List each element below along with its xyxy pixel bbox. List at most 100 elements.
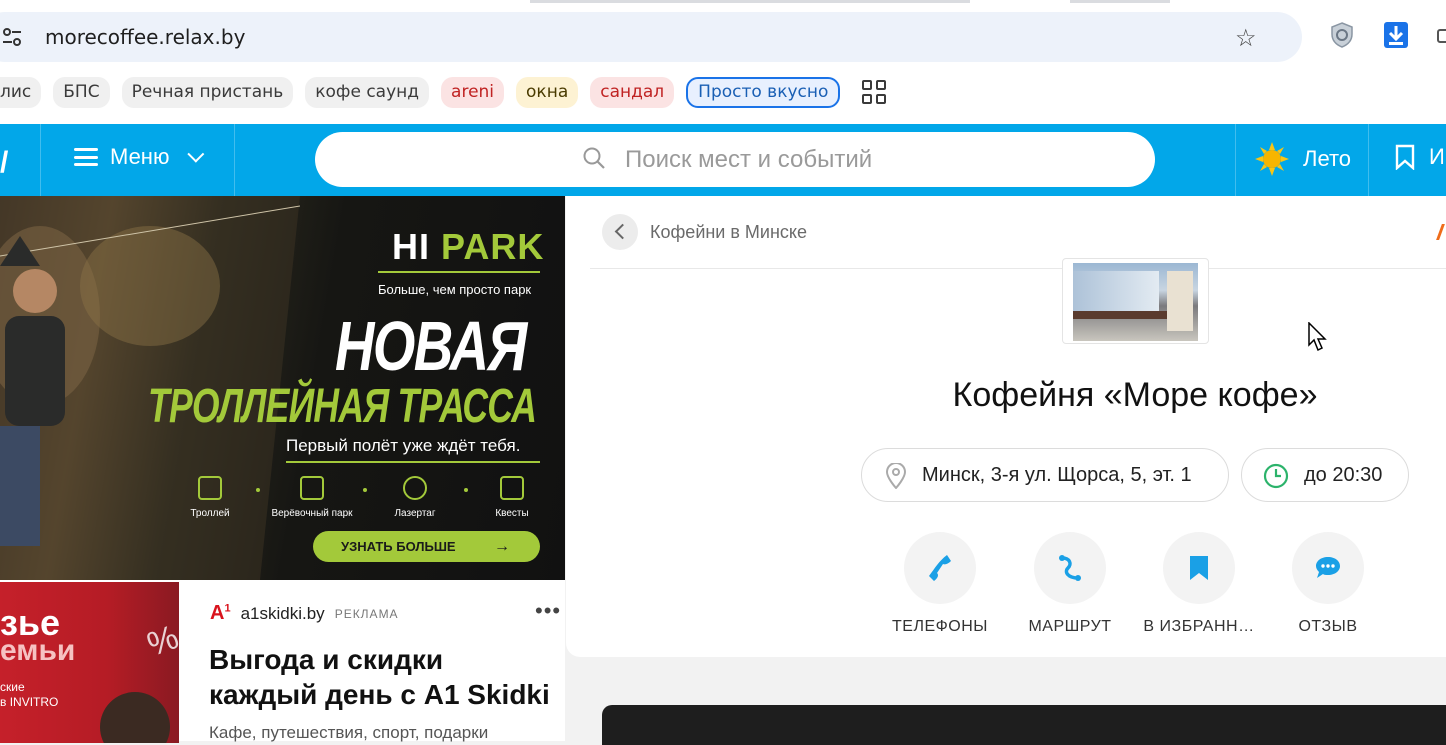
address-bar[interactable]: morecoffee.relax.by ☆: [0, 12, 1302, 62]
favorite-label: В ИЗБРАНН…: [1143, 618, 1255, 635]
map-section: [602, 705, 1446, 745]
comment-icon: [1316, 557, 1340, 578]
favorites-label: И: [1429, 144, 1445, 169]
bookmarks-bar: лис БПС Речная пристань кофе саунд areni…: [0, 76, 887, 108]
arrow-right-icon: →: [494, 538, 510, 555]
address-chip[interactable]: Минск, 3-я ул. Щорса, 5, эт. 1: [861, 448, 1229, 502]
mouse-cursor-icon: [1308, 322, 1327, 352]
phones-button[interactable]: ТЕЛЕФОНЫ: [875, 532, 1005, 636]
bookmark-item[interactable]: БПС: [53, 76, 110, 108]
ad-image[interactable]: зьe емьи ские в INVITRO %: [0, 582, 179, 743]
bookmark-item[interactable]: areni: [441, 76, 505, 108]
chevron-down-icon: [187, 145, 205, 163]
add-favorite-button[interactable]: В ИЗБРАНН…: [1134, 532, 1264, 636]
banner-title: НОВАЯ: [335, 307, 527, 385]
site-header: / Меню Лето И: [0, 124, 1446, 196]
bookmark-item[interactable]: лис: [0, 76, 42, 108]
rating-mark-icon: [1436, 224, 1446, 240]
banner-tagline: Больше, чем просто парк: [378, 282, 532, 297]
download-icon[interactable]: [1384, 22, 1408, 48]
header-divider: [234, 124, 235, 196]
bookmark-star-icon[interactable]: ☆: [1235, 24, 1257, 53]
ad-image-caption: ские в INVITRO: [0, 680, 59, 709]
percent-icon: %: [142, 618, 179, 665]
search-icon: [583, 147, 605, 169]
site-settings-icon[interactable]: [2, 26, 22, 48]
hours-text: до 20:30: [1304, 463, 1383, 486]
sun-icon: [1255, 142, 1289, 176]
ad-domain: a1skidki.by: [240, 603, 325, 623]
bookmark-outline-icon: [1395, 144, 1415, 170]
ad-image-text: емьи: [0, 634, 76, 667]
camera-extension-icon[interactable]: [1436, 22, 1446, 48]
bookmark-item[interactable]: Просто вкусно: [686, 76, 841, 108]
phone-icon: [929, 555, 951, 581]
bookmark-item[interactable]: кофе саунд: [305, 76, 430, 108]
ad-brand[interactable]: A1 a1skidki.by РЕКЛАМА: [210, 602, 399, 625]
site-logo[interactable]: /: [0, 146, 8, 180]
phones-label: ТЕЛЕФОНЫ: [892, 618, 988, 635]
ad-block[interactable]: зьe емьи ские в INVITRO % A1 a1skidki.by…: [0, 580, 565, 743]
learn-more-button[interactable]: УЗНАТЬ БОЛЬШЕ →: [313, 531, 540, 562]
review-button[interactable]: ОТЗЫВ: [1263, 532, 1393, 636]
bookmark-item[interactable]: сандал: [590, 76, 675, 108]
feature-dot: [464, 488, 468, 492]
ad-title[interactable]: Выгода и скидки каждый день с A1 Skidki: [209, 642, 559, 712]
route-button[interactable]: МАРШРУТ: [1005, 532, 1135, 636]
route-label: МАРШРУТ: [1028, 618, 1112, 635]
feature-quests: Квесты: [488, 476, 536, 519]
divider: [590, 268, 1446, 269]
header-divider: [1368, 124, 1369, 196]
feature-rope-park: Верёвочный парк: [265, 476, 359, 519]
breadcrumb[interactable]: Кофейни в Минске: [650, 222, 807, 243]
menu-label: Меню: [110, 144, 170, 169]
tab-strip: [530, 0, 970, 3]
feature-dot: [363, 488, 367, 492]
review-label: ОТЗЫВ: [1298, 618, 1358, 635]
back-button[interactable]: [602, 214, 638, 250]
feature-lasertag: Лазертаг: [390, 476, 440, 519]
map-icon: [500, 476, 524, 500]
ad-person: [100, 692, 170, 743]
url-text[interactable]: morecoffee.relax.by: [45, 25, 245, 49]
feature-dot: [256, 488, 260, 492]
ad-label: РЕКЛАМА: [334, 606, 399, 621]
menu-button[interactable]: Меню: [74, 144, 205, 170]
target-icon: [403, 476, 427, 500]
place-card: Кофейни в Минске Кофейня «Море кофе» Мин…: [566, 196, 1446, 657]
season-button[interactable]: Лето: [1255, 142, 1351, 176]
hamburger-icon: [74, 148, 98, 166]
feature-trolley: Троллей: [185, 476, 235, 519]
banner-divider: [378, 271, 540, 273]
header-divider: [1235, 124, 1236, 196]
banner-divider: [286, 461, 540, 463]
bookmark-item[interactable]: Речная пристань: [121, 76, 294, 108]
address-text: Минск, 3-я ул. Щорса, 5, эт. 1: [922, 463, 1192, 486]
clock-icon: [1263, 463, 1289, 489]
browser-chrome: morecoffee.relax.by ☆ лис БПС Речная при…: [0, 0, 1446, 124]
season-label: Лето: [1303, 146, 1352, 171]
banner-title-secondary: ТРОЛЛЕЙНАЯ ТРАССА: [148, 380, 537, 433]
tab-strip-secondary: [1070, 0, 1170, 3]
route-icon: [1059, 555, 1081, 581]
map-pin-icon: [885, 463, 907, 489]
hipark-logo: HI PARK: [392, 226, 545, 267]
apps-grid-icon[interactable]: [862, 80, 887, 104]
ad-text: Кафе, путешествия, спорт, подарки: [209, 723, 489, 742]
hipark-banner[interactable]: HI PARK Больше, чем просто парк НОВАЯ ТР…: [0, 196, 565, 580]
header-divider: [40, 124, 41, 196]
hours-chip[interactable]: до 20:30: [1241, 448, 1409, 502]
search-input[interactable]: [625, 142, 1125, 178]
bookmark-item[interactable]: окна: [516, 76, 579, 108]
banner-subtitle: Первый полёт уже ждёт тебя.: [286, 436, 521, 455]
more-options-icon[interactable]: •••: [535, 598, 561, 624]
page-title: Кофейня «Море кофе»: [952, 376, 1318, 414]
shield-extension-icon[interactable]: [1330, 22, 1354, 48]
place-photo[interactable]: [1062, 258, 1209, 344]
a1-logo-icon: A1: [210, 602, 231, 624]
rope-park-icon: [300, 476, 324, 500]
trolley-icon: [198, 476, 222, 500]
favorites-button[interactable]: И: [1395, 144, 1445, 170]
bookmark-icon: [1190, 556, 1208, 580]
search-bar[interactable]: [315, 132, 1155, 187]
